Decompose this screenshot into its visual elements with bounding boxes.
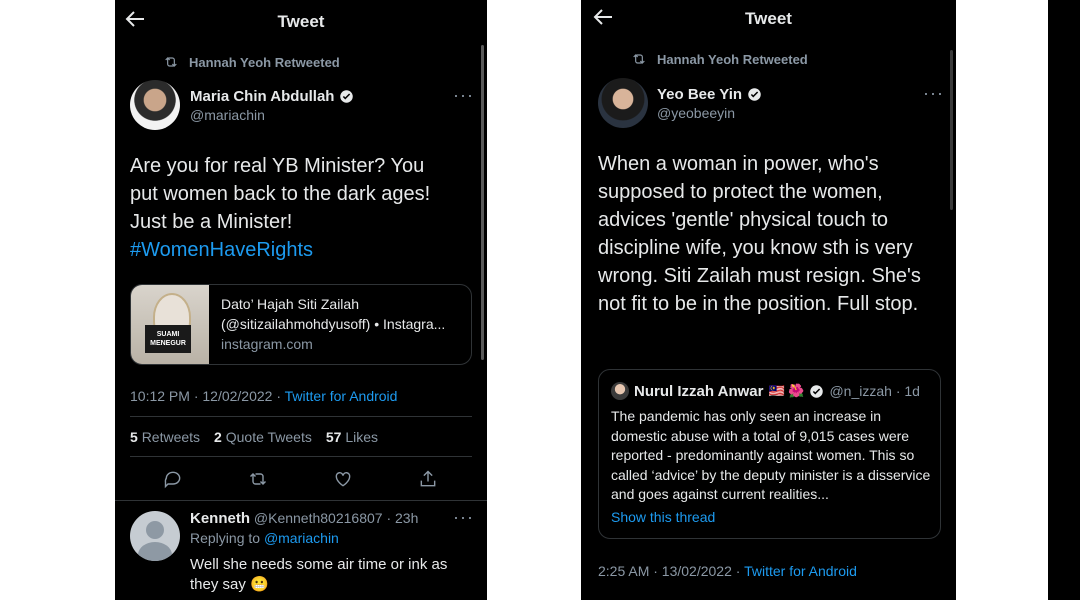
author-name-row[interactable]: Yeo Bee Yin: [657, 86, 762, 103]
reply-avatar[interactable]: [130, 511, 180, 561]
link-card-domain: instagram.com: [221, 336, 313, 352]
reply-icon[interactable]: [163, 469, 183, 489]
source-link[interactable]: Twitter for Android: [744, 563, 857, 579]
scrollbar[interactable]: [950, 50, 953, 210]
replying-to-handle[interactable]: @mariachin: [264, 530, 339, 546]
verified-badge-icon: [340, 90, 354, 103]
author-name-row[interactable]: Maria Chin Abdullah: [190, 88, 354, 105]
author-name[interactable]: Yeo Bee Yin: [657, 86, 742, 103]
left-tweet-screen: Tweet Hannah Yeoh Retweeted Maria Chin A…: [115, 0, 487, 600]
hashtag-link[interactable]: #WomenHaveRights: [130, 239, 313, 261]
show-thread-link[interactable]: Show this thread: [611, 509, 715, 525]
link-card-subtitle: (@sitizailahmohdyusoff) • Instagra...: [221, 316, 446, 332]
quoted-author-emoji: 🇲🇾 🌺: [768, 383, 805, 398]
more-options-icon[interactable]: ···: [923, 83, 944, 104]
right-top-bar: Tweet: [581, 0, 956, 40]
tweet-timestamp: 10:12 PM · 12/02/2022 · Twitter for Andr…: [130, 388, 398, 404]
tweet-stats: 5 Retweets 2 Quote Tweets 57 Likes: [130, 429, 378, 445]
replying-to: Replying to @mariachin: [190, 530, 339, 546]
divider: [115, 500, 487, 501]
right-tweet-screen: Tweet Hannah Yeoh Retweeted Yeo Bee Yin …: [581, 0, 956, 600]
divider: [130, 456, 472, 457]
tweet-text: When a woman in power, who's supposed to…: [598, 153, 921, 315]
left-top-bar: Tweet: [115, 0, 487, 40]
page-title: Tweet: [277, 12, 325, 31]
quoted-tweet-text: The pandemic has only seen an increase i…: [611, 408, 931, 502]
quoted-tweet-header: Nurul Izzah Anwar 🇲🇾 🌺 @n_izzah · 1d: [611, 382, 920, 400]
author-handle[interactable]: @mariachin: [190, 107, 265, 123]
link-card-title: Dato’ Hajah Siti Zailah: [221, 296, 359, 312]
tweet-body: Are you for real YB Minister? You put wo…: [130, 155, 431, 233]
share-icon[interactable]: [418, 469, 438, 489]
page-title: Tweet: [745, 9, 792, 28]
like-icon[interactable]: [333, 469, 353, 489]
verified-badge-icon: [748, 88, 761, 101]
author-handle[interactable]: @yeobeeyin: [657, 105, 735, 121]
quoted-author-avatar[interactable]: [611, 382, 629, 400]
quotes-stat[interactable]: 2 Quote Tweets: [214, 429, 312, 445]
reply-author-name[interactable]: Kenneth: [190, 510, 250, 527]
retweet-icon: [165, 57, 177, 67]
thumbnail-caption: SUAMI MENEGUR: [145, 325, 191, 353]
author-avatar[interactable]: [598, 78, 648, 128]
reply-text: Well she needs some air time or ink as t…: [190, 556, 448, 593]
quoted-tweet[interactable]: Nurul Izzah Anwar 🇲🇾 🌺 @n_izzah · 1d The…: [598, 369, 941, 539]
reply-header: Kenneth @Kenneth80216807 · 23h: [190, 510, 418, 527]
link-card[interactable]: SUAMI MENEGUR Dato’ Hajah Siti Zailah (@…: [130, 284, 472, 365]
divider: [130, 416, 472, 417]
author-avatar[interactable]: [130, 80, 180, 130]
retweet-indicator: Hannah Yeoh Retweeted: [163, 54, 340, 70]
tweet-text: Are you for real YB Minister? You put wo…: [130, 152, 450, 264]
reply-handle-time[interactable]: @Kenneth80216807 · 23h: [254, 510, 418, 526]
retweet-label: Hannah Yeoh Retweeted: [189, 54, 340, 70]
source-link[interactable]: Twitter for Android: [285, 388, 398, 404]
likes-stat[interactable]: 57 Likes: [326, 429, 378, 445]
retweet-label: Hannah Yeoh Retweeted: [657, 51, 808, 67]
more-options-icon[interactable]: ···: [453, 85, 474, 106]
tweet-timestamp: 2:25 AM · 13/02/2022 · Twitter for Andro…: [598, 563, 857, 579]
retweets-stat[interactable]: 5 Retweets: [130, 429, 200, 445]
retweet-indicator: Hannah Yeoh Retweeted: [631, 51, 808, 67]
quoted-handle-time[interactable]: @n_izzah · 1d: [829, 383, 919, 399]
link-card-thumbnail: SUAMI MENEGUR: [131, 285, 209, 364]
right-edge-panel: [1048, 0, 1080, 600]
verified-badge-icon: [810, 384, 824, 398]
scrollbar[interactable]: [481, 45, 484, 360]
reply-more-options-icon[interactable]: ···: [453, 507, 474, 528]
author-name[interactable]: Maria Chin Abdullah: [190, 88, 334, 105]
retweet-icon[interactable]: [248, 469, 268, 489]
action-bar: [163, 469, 438, 489]
quoted-author-name[interactable]: Nurul Izzah Anwar: [634, 383, 763, 400]
retweet-icon: [633, 54, 645, 64]
